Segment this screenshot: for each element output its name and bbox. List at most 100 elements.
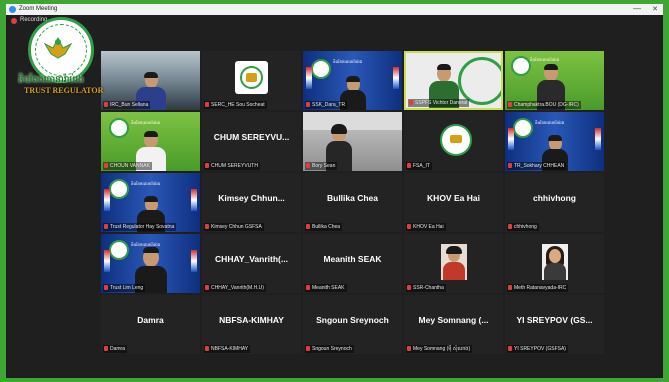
participant-tile[interactable]: KHOV Ea Hai KHOV Ea Hai	[404, 173, 503, 232]
participant-name-label: Champhaktra.BOU (DG-IRC)	[507, 101, 581, 109]
mic-muted-icon	[306, 346, 310, 351]
participant-name-label: Meanith SEAK	[305, 284, 347, 292]
participant-name-label: Kimsey Chhun GSFSA	[204, 223, 264, 231]
participant-tile[interactable]: Damra Damra	[101, 295, 200, 354]
participant-display-name: Damra	[137, 315, 164, 325]
mic-muted-icon	[205, 102, 209, 107]
mic-muted-icon	[508, 102, 512, 107]
participant-tile[interactable]: Bory Sean	[303, 112, 402, 171]
participant-tile[interactable]: SERC_HE Sou Socheat	[202, 51, 301, 110]
participant-tile[interactable]: Meanith SEAK Meanith SEAK	[303, 234, 402, 293]
mic-muted-icon	[306, 285, 310, 290]
mic-muted-icon	[409, 100, 413, 105]
participant-tile[interactable]: NBFSA-KIMHAY NBFSA-KIMHAY	[202, 295, 301, 354]
mic-muted-icon	[104, 224, 108, 229]
participant-tile-active-speaker[interactable]: SSPFS Vichtor Daneral	[404, 51, 503, 110]
mic-muted-icon	[306, 224, 310, 229]
mic-muted-icon	[407, 346, 411, 351]
participant-display-name: CHUM SEREYVU...	[213, 132, 290, 142]
participant-name-label: Mey Somnang (ម៉ី សុំណាង)	[406, 345, 473, 353]
participant-display-name: Mey Somnang (...	[418, 315, 489, 325]
participant-tile[interactable]: និយ័តករធានារ៉ាប់រង Champhaktra.BOU (DG-I…	[505, 51, 604, 110]
participant-name-label: TR_Sokhary CHHEAN	[507, 162, 567, 170]
window-title: Zoom Meeting	[19, 6, 58, 12]
participant-tile[interactable]: YI SREYPOV (GS... YI SREYPOV (GSFSA)	[505, 295, 604, 354]
participant-tile[interactable]: Mey Somnang (... Mey Somnang (ម៉ី សុំណាង…	[404, 295, 503, 354]
participant-tile[interactable]: SSR-Chantha	[404, 234, 503, 293]
mic-muted-icon	[508, 346, 512, 351]
close-button[interactable]: ✕	[652, 5, 658, 13]
participant-display-name: Bullika Chea	[326, 193, 379, 203]
participant-name-label: NBFSA-KIMHAY	[204, 345, 251, 353]
participant-tile[interactable]: និយ័តករធានារ៉ាប់រង TR_Sokhary CHHEAN	[505, 112, 604, 171]
participant-name-label: Meth Ratanavyada-IRC	[507, 284, 569, 292]
brand-name-english: TRUST REGULATOR	[24, 86, 104, 95]
recording-indicator[interactable]: Recording...	[6, 15, 663, 27]
participant-name-label: SERC_HE Sou Socheat	[204, 101, 267, 109]
title-bar: Zoom Meeting — ✕	[6, 4, 663, 15]
record-dot-icon	[11, 18, 17, 24]
zoom-window: Zoom Meeting — ✕ Recording... IRC_Bun Se…	[6, 4, 663, 378]
mic-muted-icon	[205, 346, 209, 351]
participant-display-name: NBFSA-KIMHAY	[219, 315, 284, 325]
participant-tile[interactable]: Bullika Chea Bullika Chea	[303, 173, 402, 232]
participant-tile[interactable]: CHHAY_Vanrith(... CHHAY_Vanrith(M.H.U)	[202, 234, 301, 293]
profile-photo	[542, 244, 568, 280]
participant-display-name: Meanith SEAK	[323, 254, 382, 264]
participant-name-label: CHUM SEREYVUTH	[204, 162, 260, 170]
mic-muted-icon	[508, 224, 512, 229]
mic-muted-icon	[205, 285, 209, 290]
participant-tile[interactable]: Kimsey Chhun... Kimsey Chhun GSFSA	[202, 173, 301, 232]
participant-tile[interactable]: និយ័តករធានារ៉ាប់រង SSK_Dara_TR	[303, 51, 402, 110]
participant-tile[interactable]: IRC_Bun Sellana	[101, 51, 200, 110]
participant-display-name: Sngoun Sreynoch	[316, 315, 389, 325]
participant-tile[interactable]: និយ័តករធានារ៉ាប់រង CHOUN VANNAK	[101, 112, 200, 171]
participant-tile[interactable]: Sngoun Sreynoch Sngoun Sreynoch	[303, 295, 402, 354]
participant-tile[interactable]: CHUM SEREYVU... CHUM SEREYVUTH	[202, 112, 301, 171]
participant-display-name: CHHAY_Vanrith(...	[215, 254, 288, 264]
participant-display-name: Kimsey Chhun...	[218, 193, 285, 203]
profile-photo	[441, 244, 467, 280]
participant-name-label: IRC_Bun Sellana	[103, 101, 151, 109]
mic-muted-icon	[306, 163, 310, 168]
participant-tile[interactable]: Meth Ratanavyada-IRC	[505, 234, 604, 293]
participant-name-label: FSA_IT	[406, 162, 432, 170]
mic-muted-icon	[407, 285, 411, 290]
participant-tile[interactable]: និយ័តករធានារ៉ាប់រង Trust Lim Leng	[101, 234, 200, 293]
participant-display-name: chhivhong	[533, 193, 576, 203]
mic-muted-icon	[104, 285, 108, 290]
participant-name-label: Sngoun Sreynoch	[305, 345, 354, 353]
participant-name-label: SSK_Dara_TR	[305, 101, 348, 109]
participant-name-label: Trust Lim Leng	[103, 284, 146, 292]
participant-display-name: KHOV Ea Hai	[427, 193, 480, 203]
participant-name-label: Damra	[103, 345, 128, 353]
participant-name-label: CHOUN VANNAK	[103, 162, 152, 170]
mic-muted-icon	[508, 285, 512, 290]
mic-muted-icon	[407, 224, 411, 229]
participant-name-label: CHHAY_Vanrith(M.H.U)	[204, 284, 266, 292]
mic-muted-icon	[306, 102, 310, 107]
participant-name-label: SSPFS Vichtor Daneral	[408, 99, 470, 107]
participant-name-label: Bory Sean	[305, 162, 338, 170]
mic-muted-icon	[407, 163, 411, 168]
mic-muted-icon	[104, 346, 108, 351]
org-logo-icon	[440, 124, 472, 156]
mic-muted-icon	[104, 163, 108, 168]
mic-muted-icon	[205, 163, 209, 168]
org-logo-icon	[235, 61, 268, 94]
participant-name-label: Bullika Chea	[305, 223, 343, 231]
zoom-app-icon	[9, 6, 16, 13]
participant-tile[interactable]: chhivhong chhivhong	[505, 173, 604, 232]
participant-tile[interactable]: និយ័តករធានារ៉ាប់រង Trust Regulator Hay S…	[101, 173, 200, 232]
participant-name-label: Trust Regulator Hay Sovatna	[103, 223, 177, 231]
participant-name-label: chhivhong	[507, 223, 539, 231]
participant-tile[interactable]: FSA_IT	[404, 112, 503, 171]
mic-muted-icon	[508, 163, 512, 168]
mic-muted-icon	[104, 102, 108, 107]
mic-muted-icon	[205, 224, 209, 229]
participant-name-label: KHOV Ea Hai	[406, 223, 446, 231]
participant-name-label: YI SREYPOV (GSFSA)	[507, 345, 568, 353]
minimize-button[interactable]: —	[633, 4, 641, 13]
participant-name-label: SSR-Chantha	[406, 284, 446, 292]
garuda-emblem-icon	[43, 36, 73, 59]
